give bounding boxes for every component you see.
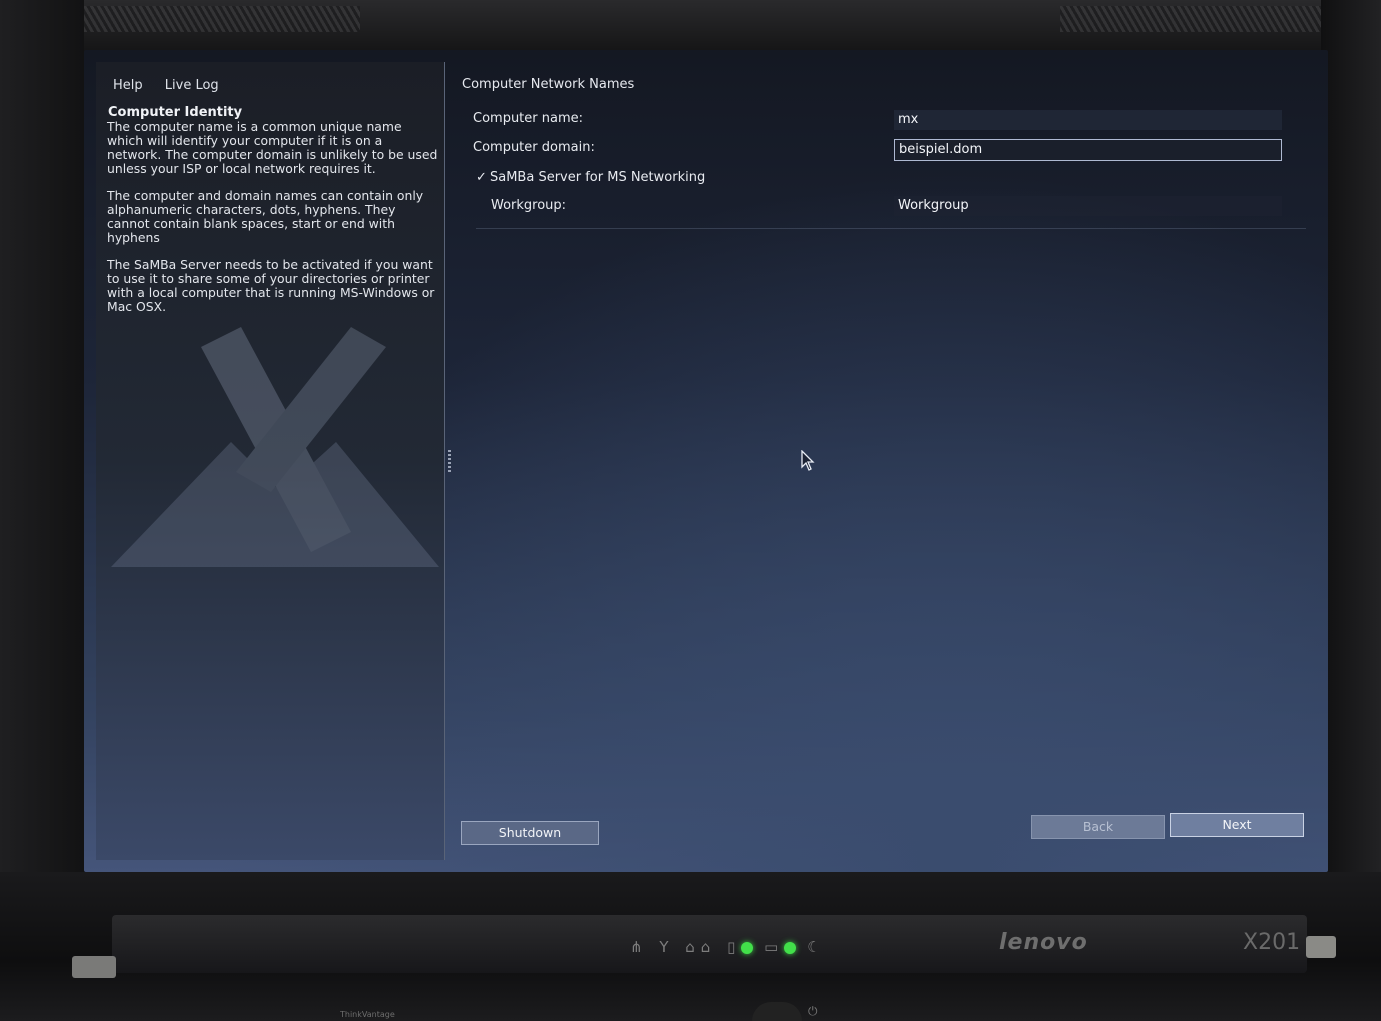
laptop-bezel-top <box>0 0 1381 52</box>
help-panel: Help Live Log Computer Identity The comp… <box>96 62 445 860</box>
workgroup-input[interactable]: Workgroup <box>894 196 1282 216</box>
hinge-cap-right <box>1306 936 1336 958</box>
next-button[interactable]: Next <box>1170 813 1304 837</box>
power-icon: ⏻ <box>808 1004 818 1018</box>
workgroup-label: Workgroup: <box>491 198 567 213</box>
battery-icon: ▯ <box>727 938 742 956</box>
hinge-cap-left <box>72 956 116 978</box>
laptop-bezel-left <box>0 0 84 1021</box>
section-title: Computer Network Names <box>462 77 635 92</box>
menu-bar: Help Live Log <box>113 78 237 93</box>
check-icon: ✓ <box>476 170 487 185</box>
computer-domain-input[interactable]: beispiel.dom <box>894 139 1282 161</box>
help-paragraph: The computer name is a common unique nam… <box>107 119 438 176</box>
samba-checkbox[interactable]: ✓ SaMBa Server for MS Networking <box>476 170 705 185</box>
model-label: X201 <box>1243 930 1301 955</box>
shutdown-button[interactable]: Shutdown <box>461 821 599 845</box>
installer-screen: Help Live Log Computer Identity The comp… <box>84 50 1328 872</box>
x-watermark-icon <box>111 327 439 567</box>
computer-name-label: Computer name: <box>473 111 584 126</box>
form-divider <box>476 228 1306 229</box>
computer-domain-label: Computer domain: <box>473 140 595 155</box>
brand-logo: lenovo <box>999 930 1088 955</box>
charge-led <box>784 941 797 954</box>
help-paragraph: The SaMBa Server needs to be activated i… <box>107 257 435 314</box>
help-text: The computer name is a common unique nam… <box>107 120 439 327</box>
mouse-cursor-icon <box>801 450 815 471</box>
bezel-pattern-right <box>1060 6 1350 32</box>
live-log-menu[interactable]: Live Log <box>165 78 219 93</box>
computer-name-input[interactable]: mx <box>894 110 1282 130</box>
help-menu[interactable]: Help <box>113 78 143 93</box>
help-paragraph: The computer and domain names can contai… <box>107 188 424 245</box>
samba-label: SaMBa Server for MS Networking <box>490 170 706 185</box>
wifi-icon: ⋔ Y <box>630 938 675 956</box>
bezel-pattern-left <box>70 6 360 32</box>
back-button[interactable]: Back <box>1031 815 1165 839</box>
panel-splitter[interactable] <box>448 450 451 472</box>
thinkvantage-label: ThinkVantage <box>340 1010 395 1019</box>
power-led <box>741 941 754 954</box>
lock-icon: ⌂⌂ <box>685 938 717 956</box>
status-indicators: ⋔ Y ⌂⌂ ▯ ▭ ☾ <box>630 938 827 956</box>
help-title: Computer Identity <box>108 105 243 120</box>
laptop-bezel-right <box>1321 0 1381 1021</box>
sleep-icon: ☾ <box>807 938 827 956</box>
battery-icon: ▭ <box>764 938 785 956</box>
